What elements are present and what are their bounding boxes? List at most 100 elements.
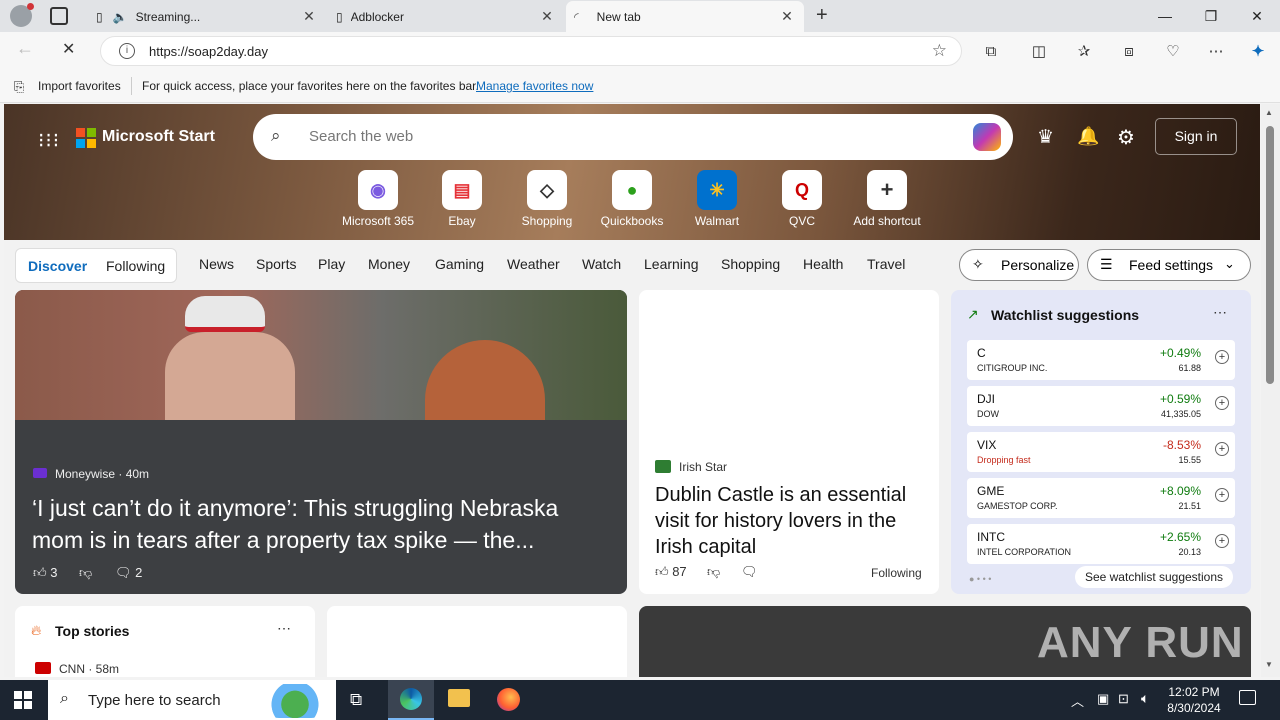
stop-loading-button[interactable]: ✕	[62, 39, 75, 59]
shortcut-ebay[interactable]: ▤ Ebay	[422, 170, 502, 228]
nav-travel[interactable]: Travel	[867, 256, 905, 272]
split-screen-icon[interactable]: ◫	[1023, 36, 1055, 66]
apps-grid-icon[interactable]: ⁝⁝⁝	[38, 128, 60, 153]
search-input[interactable]: Search the web	[309, 128, 413, 145]
nav-weather[interactable]: Weather	[507, 256, 560, 272]
add-to-watchlist-icon[interactable]: +	[1215, 488, 1229, 502]
watchlist-row[interactable]: GME GAMESTOP CORP. +8.09% 21.51 +	[967, 478, 1235, 518]
taskbar-search-box[interactable]: ⌕ Type here to search	[48, 680, 336, 720]
tab-adblocker[interactable]: ▯ Adblocker ✕	[328, 1, 564, 32]
tab-streaming[interactable]: ▯ 🔈 Streaming... ✕	[88, 1, 326, 32]
shortcut-microsoft-365[interactable]: ◉ Microsoft 365	[338, 170, 418, 228]
add-to-watchlist-icon[interactable]: +	[1215, 442, 1229, 456]
windows-start-icon[interactable]	[14, 691, 32, 709]
add-to-watchlist-icon[interactable]: +	[1215, 350, 1229, 364]
like-button[interactable]: 👍︎ 3	[33, 565, 57, 581]
tab-new-tab[interactable]: ◜ New tab ✕	[566, 1, 804, 32]
feed-settings-button[interactable]: ☰ Feed settings ⌄	[1087, 249, 1251, 281]
watchlist-row[interactable]: VIX Dropping fast -8.53% 15.55 +	[967, 432, 1235, 472]
address-bar[interactable]: i https://soap2day.day ☆	[100, 36, 962, 66]
shortcut-walmart[interactable]: ✳ Walmart	[677, 170, 757, 228]
speaker-icon[interactable]: 🔈	[113, 10, 128, 24]
task-view-icon[interactable]: ⧉	[350, 690, 362, 710]
nav-play[interactable]: Play	[318, 256, 345, 272]
story-source[interactable]: Moneywise · 40m	[55, 467, 149, 481]
network-icon[interactable]: ⊡	[1118, 691, 1129, 707]
dislike-button[interactable]: 👎︎	[79, 565, 92, 581]
main-story-card[interactable]: Moneywise · 40m ‘I just can’t do it anym…	[15, 290, 627, 594]
shortcut-qvc[interactable]: Q QVC	[762, 170, 842, 228]
copilot-icon[interactable]: ✦	[1242, 36, 1274, 66]
more-menu-icon[interactable]: ⋯	[1200, 36, 1232, 66]
close-icon[interactable]: ✕	[538, 8, 556, 25]
notification-center-icon[interactable]	[1239, 690, 1256, 705]
tab-actions-icon[interactable]	[50, 7, 68, 25]
minimize-button[interactable]: —	[1142, 0, 1188, 32]
following-label[interactable]: Following	[871, 566, 922, 580]
scroll-down-arrow[interactable]: ▼	[1265, 660, 1273, 669]
nav-money[interactable]: Money	[368, 256, 410, 272]
add-to-watchlist-icon[interactable]: +	[1215, 396, 1229, 410]
see-watchlist-button[interactable]: See watchlist suggestions	[1075, 566, 1233, 588]
story-title[interactable]: Dublin Castle is an essential visit for …	[655, 482, 927, 560]
extensions-icon[interactable]: ⧉	[975, 36, 1007, 66]
tab-following[interactable]: Following	[106, 258, 165, 274]
nav-gaming[interactable]: Gaming	[435, 256, 484, 272]
shortcut-shopping[interactable]: ◇ Shopping	[507, 170, 587, 228]
copilot-search-icon[interactable]	[973, 123, 1001, 151]
more-options-icon[interactable]: ⋯	[1213, 304, 1227, 321]
watchlist-row[interactable]: DJI DOW +0.59% 41,335.05 +	[967, 386, 1235, 426]
scrollbar-thumb[interactable]	[1266, 126, 1274, 384]
shortcut-quickbooks[interactable]: ● Quickbooks	[592, 170, 672, 228]
story-source[interactable]: CNN · 58m	[59, 662, 119, 676]
more-options-icon[interactable]: ⋯	[277, 620, 291, 637]
nav-watch[interactable]: Watch	[582, 256, 621, 272]
tab-discover[interactable]: Discover	[28, 258, 87, 274]
comment-button[interactable]: 🗨︎	[741, 564, 758, 580]
profile-avatar[interactable]	[10, 3, 34, 27]
new-tab-button[interactable]: +	[816, 4, 828, 27]
page-scrollbar[interactable]: ▲ ▼	[1261, 104, 1280, 677]
carousel-dots[interactable]: ● • • •	[969, 574, 991, 584]
close-icon[interactable]: ✕	[778, 8, 796, 25]
scroll-up-arrow[interactable]: ▲	[1265, 108, 1273, 117]
collections-icon[interactable]: ⧈	[1113, 36, 1145, 66]
restore-button[interactable]: ❐	[1188, 0, 1234, 32]
close-icon[interactable]: ✕	[300, 8, 318, 25]
favorites-icon[interactable]: ✰	[1068, 36, 1100, 66]
rewards-icon[interactable]: ♛	[1037, 126, 1054, 149]
performance-icon[interactable]: ♡	[1157, 36, 1189, 66]
search-box[interactable]: ⌕ Search the web	[253, 114, 1013, 160]
manage-favorites-link[interactable]: Manage favorites now	[476, 79, 593, 93]
brand-title[interactable]: Microsoft Start	[102, 128, 215, 146]
personalize-button[interactable]: ✧ Personalize	[959, 249, 1079, 281]
favorite-star-icon[interactable]: ☆	[932, 41, 947, 61]
notifications-bell-icon[interactable]: 🔔	[1077, 126, 1099, 147]
comment-button[interactable]: 🗨︎ 2	[115, 565, 142, 581]
nav-learning[interactable]: Learning	[644, 256, 699, 272]
nav-news[interactable]: News	[199, 256, 234, 272]
url-text[interactable]: https://soap2day.day	[149, 44, 268, 59]
taskbar-search-input[interactable]: Type here to search	[88, 692, 221, 709]
video-card[interactable]: ANY RUN	[639, 606, 1251, 677]
dislike-button[interactable]: 👎︎	[707, 564, 720, 580]
watchlist-row[interactable]: INTC INTEL CORPORATION +2.65% 20.13 +	[967, 524, 1235, 564]
volume-icon[interactable]: 🔈︎	[1141, 690, 1149, 707]
site-info-icon[interactable]: i	[119, 43, 135, 59]
story-title[interactable]: ‘I just can’t do it anymore’: This strug…	[32, 492, 612, 556]
firefox-icon[interactable]	[497, 688, 520, 711]
sign-in-button[interactable]: Sign in	[1155, 118, 1237, 155]
nav-health[interactable]: Health	[803, 256, 843, 272]
clock[interactable]: 12:02 PM 8/30/2024	[1166, 684, 1222, 716]
side-story-card[interactable]: Irish Star Dublin Castle is an essential…	[639, 290, 939, 594]
nav-shopping[interactable]: Shopping	[721, 256, 780, 272]
device-icon[interactable]: ▣	[1097, 691, 1109, 707]
like-button[interactable]: 👍︎ 87	[655, 564, 687, 580]
chevron-up-icon[interactable]: ︿	[1071, 691, 1084, 710]
watchlist-row[interactable]: C CITIGROUP INC. +0.49% 61.88 +	[967, 340, 1235, 380]
shortcut-add[interactable]: + Add shortcut	[847, 170, 927, 228]
import-favorites-button[interactable]: Import favorites	[38, 79, 121, 93]
story-card[interactable]	[327, 606, 627, 677]
story-source[interactable]: Irish Star	[679, 460, 727, 474]
back-button[interactable]: ←	[16, 38, 34, 59]
